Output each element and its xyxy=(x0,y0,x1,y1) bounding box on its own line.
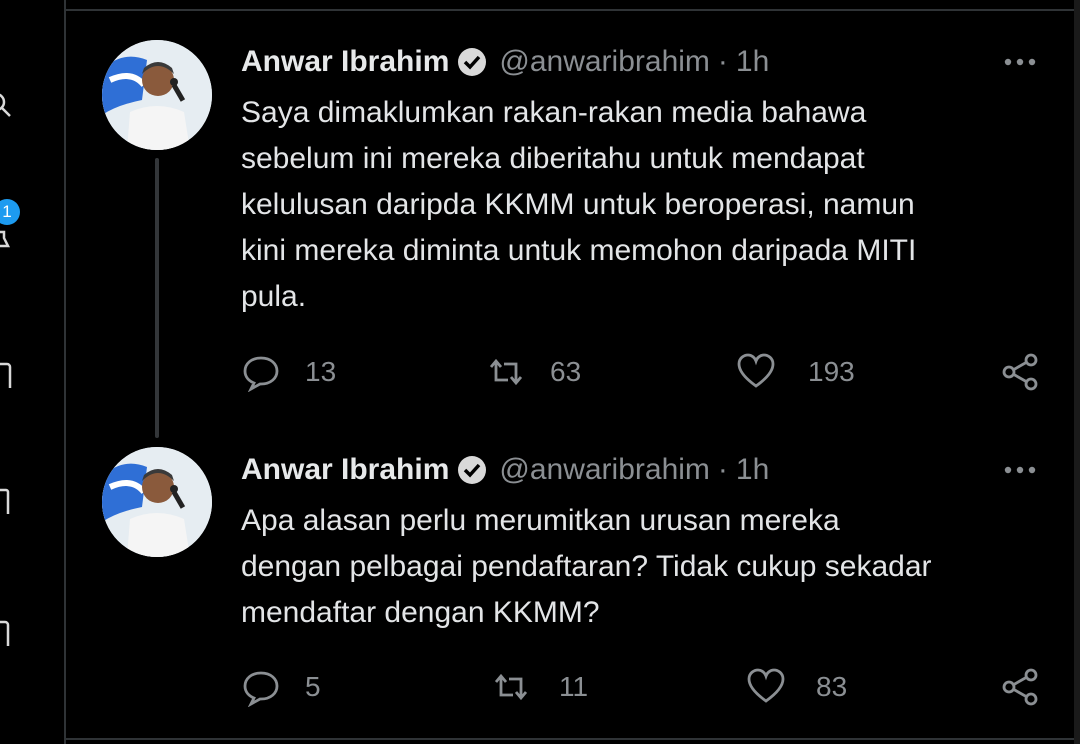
heart-icon xyxy=(747,668,785,703)
share-icon xyxy=(1002,353,1038,391)
side-nav: 1 xyxy=(0,0,66,744)
avatar[interactable] xyxy=(102,40,212,150)
heart-icon xyxy=(737,353,775,388)
reply-count: 5 xyxy=(305,671,321,702)
more-options-icon[interactable] xyxy=(1000,460,1040,480)
messages-icon[interactable] xyxy=(0,362,12,388)
more-options-icon[interactable] xyxy=(1000,52,1040,72)
bookmarks-icon[interactable] xyxy=(0,488,12,514)
timeline-screen: 1 Anwar Ibrahim @anwaribrahim · 1h Saya … xyxy=(0,0,1080,744)
verified-badge-icon xyxy=(457,455,487,485)
reply-icon xyxy=(243,356,279,392)
retweet-button[interactable]: 11 xyxy=(491,667,588,707)
like-button[interactable]: 83 xyxy=(746,667,847,707)
timestamp[interactable]: 1h xyxy=(736,45,769,79)
tweet-actions: 5 11 83 xyxy=(241,667,1051,707)
retweet-icon xyxy=(489,358,523,386)
tweet-actions: 13 63 193 xyxy=(241,352,1051,392)
notification-badge: 1 xyxy=(0,199,20,225)
tweet-text: Apa alasan perlu merumitkan urusan merek… xyxy=(241,504,932,629)
reply-count: 13 xyxy=(305,356,337,387)
like-count: 83 xyxy=(816,671,848,702)
thread-connector-line xyxy=(155,158,159,438)
author-handle[interactable]: @anwaribrahim xyxy=(499,453,710,487)
like-button[interactable]: 193 xyxy=(736,352,855,392)
avatar[interactable] xyxy=(102,447,212,557)
scroll-edge xyxy=(1074,0,1080,744)
retweet-icon xyxy=(494,673,528,701)
author-handle[interactable]: @anwaribrahim xyxy=(499,45,710,79)
tweet-header: Anwar Ibrahim @anwaribrahim · 1h xyxy=(241,42,769,82)
retweet-count: 11 xyxy=(559,671,589,702)
lists-icon[interactable] xyxy=(0,620,12,646)
reply-button[interactable]: 5 xyxy=(241,667,321,707)
like-count: 193 xyxy=(808,356,855,387)
share-button[interactable] xyxy=(1001,352,1041,392)
retweet-count: 63 xyxy=(550,356,582,387)
tweet-text: Saya dimaklumkan rakan-rakan media bahaw… xyxy=(241,96,917,313)
verified-badge-icon xyxy=(457,47,487,77)
retweet-button[interactable]: 63 xyxy=(486,352,581,392)
notifications-icon[interactable] xyxy=(0,226,12,252)
share-button[interactable] xyxy=(1001,667,1041,707)
timestamp[interactable]: 1h xyxy=(736,453,769,487)
author-name[interactable]: Anwar Ibrahim xyxy=(241,45,449,79)
search-icon[interactable] xyxy=(0,92,12,118)
divider-top xyxy=(64,9,1074,11)
author-name[interactable]: Anwar Ibrahim xyxy=(241,453,449,487)
divider-bottom xyxy=(64,738,1074,740)
reply-button[interactable]: 13 xyxy=(241,352,336,392)
tweet-header: Anwar Ibrahim @anwaribrahim · 1h xyxy=(241,450,769,490)
separator: · xyxy=(717,453,728,486)
separator: · xyxy=(717,45,728,78)
reply-icon xyxy=(243,671,279,707)
share-icon xyxy=(1002,668,1038,706)
